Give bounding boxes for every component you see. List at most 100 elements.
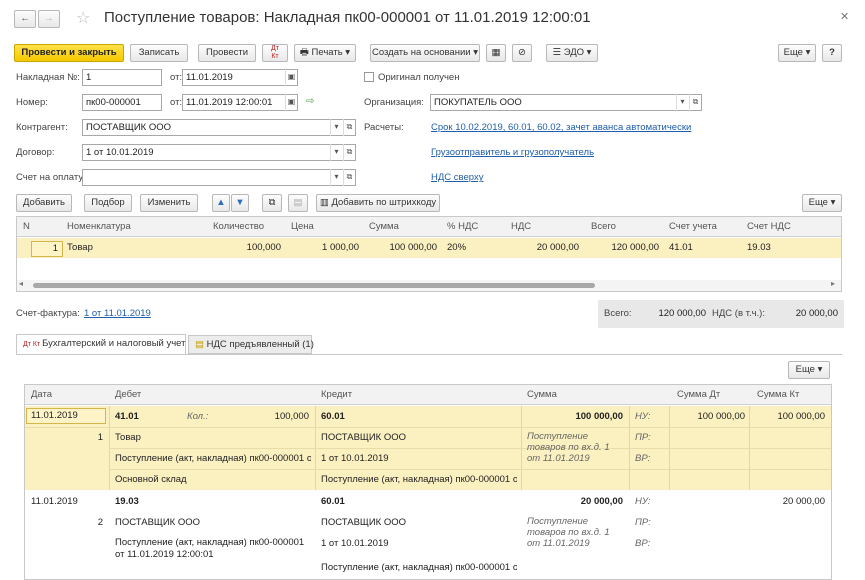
printer-icon: 🖶 <box>299 47 312 58</box>
table-row[interactable]: 1 Товар 100,000 1 000,00 100 000,00 20% … <box>17 238 841 258</box>
entry-credit-sub1: ПОСТАВЩИК ООО <box>321 432 406 443</box>
move-up-button[interactable]: ▲ <box>212 194 230 212</box>
scroll-thumb[interactable] <box>33 283 595 288</box>
posting-entry-2[interactable]: 11.01.2019 19.03 60.01 20 000,00 НУ: 20 … <box>25 491 831 579</box>
org-dropdown-icon[interactable]: ▾ <box>676 94 688 111</box>
pcol-sum-kt: Сумма Кт <box>757 389 800 400</box>
arrow-left-icon: ← <box>20 13 30 24</box>
col-n: N <box>23 221 30 232</box>
forward-button[interactable]: → <box>38 10 60 28</box>
row-account: 41.01 <box>669 242 693 253</box>
entry2-vr: ВР: <box>635 538 651 549</box>
row-qty: 100,000 <box>246 242 281 253</box>
org-open-icon[interactable]: ⧉ <box>689 94 701 111</box>
vat-link[interactable]: НДС сверху <box>431 170 483 186</box>
scroll-left-icon[interactable]: ◂ <box>19 279 23 288</box>
org-field[interactable]: ПОКУПАТЕЛЬ ООО <box>430 94 702 111</box>
sync-icon[interactable]: ⇨ <box>306 96 314 107</box>
entry-content: Поступление товаров по вх.д. 1 от 11.01.… <box>527 431 610 464</box>
save-button[interactable]: Записать <box>130 44 188 62</box>
contract-field[interactable]: 1 от 10.01.2019 <box>82 144 356 161</box>
row-n: 1 <box>31 241 63 257</box>
select-button[interactable]: Подбор <box>84 194 132 212</box>
payment-invoice-label: Счет на оплату: <box>16 172 86 183</box>
original-received-label: Оригинал получен <box>378 72 460 83</box>
col-nomenclature: Номенклатура <box>67 221 131 232</box>
contract-dropdown-icon[interactable]: ▾ <box>330 144 342 161</box>
back-button[interactable]: ← <box>14 10 36 28</box>
invoice-link[interactable]: 1 от 11.01.2019 <box>84 306 151 322</box>
entry2-debit-sub2: Поступление (акт, накладная) пк00-000001… <box>115 537 305 560</box>
row-price: 1 000,00 <box>322 242 359 253</box>
number-date-field[interactable]: 11.01.2019 12:00:01 <box>182 94 298 111</box>
entry-debit-sub2: Поступление (акт, накладная) пк00-000001… <box>115 453 311 464</box>
structure-button[interactable]: ▦ <box>486 44 506 62</box>
posting-entry-1[interactable]: 11.01.2019 41.01 Кол.: 100,000 60.01 100… <box>25 406 831 490</box>
attach-button[interactable]: ⊘ <box>512 44 532 62</box>
pcol-sum-dt: Сумма Дт <box>677 389 721 400</box>
paste-button[interactable]: ▤ <box>288 194 308 212</box>
move-down-button[interactable]: ▼ <box>231 194 249 212</box>
payment-open-icon[interactable]: ⧉ <box>343 169 355 186</box>
copy-row-button[interactable]: ⧉ <box>262 194 282 212</box>
scroll-right-icon[interactable]: ▸ <box>831 279 835 288</box>
add-button[interactable]: Добавить <box>16 194 72 212</box>
entry-debit-sub3: Основной склад <box>115 474 187 485</box>
horizontal-scrollbar[interactable]: ◂ ▸ <box>17 279 841 291</box>
goods-table: N Номенклатура Количество Цена Сумма % Н… <box>16 216 842 292</box>
entry2-amount: 20 000,00 <box>580 496 623 507</box>
star-icon[interactable]: ☆ <box>76 8 90 28</box>
change-button[interactable]: Изменить <box>140 194 198 212</box>
payment-invoice-field[interactable] <box>82 169 356 186</box>
dtkt-button[interactable]: Дт Кт <box>262 44 288 62</box>
document-icon: ▤ <box>195 339 207 350</box>
dtkt-icon: Дт Кт <box>271 45 279 60</box>
entry-credit-sub3: Поступление (акт, накладная) пк00-000001… <box>321 474 517 485</box>
payment-dropdown-icon[interactable]: ▾ <box>330 169 342 186</box>
entry-debit-account: 41.01 <box>115 411 139 422</box>
contractor-field[interactable]: ПОСТАВЩИК ООО <box>82 119 356 136</box>
invoice-no-field[interactable]: 1 <box>82 69 162 86</box>
entry-qty: 100,000 <box>274 411 309 422</box>
postings-more-button[interactable]: Еще ▾ <box>788 361 830 379</box>
barcode-button[interactable]: ▥ Добавить по штрихкоду <box>316 194 440 212</box>
close-icon[interactable]: ✕ <box>840 10 849 23</box>
calendar-icon-2[interactable]: ▣ <box>285 94 297 111</box>
invoice-label: Счет-фактура: <box>16 308 80 319</box>
tab-accounting[interactable]: Дт Кт Бухгалтерский и налоговый учет (2) <box>16 334 200 354</box>
entry-qty-label: Кол.: <box>187 411 209 422</box>
row-total: 120 000,00 <box>611 242 659 253</box>
contractor-dropdown-icon[interactable]: ▾ <box>330 119 342 136</box>
col-price: Цена <box>291 221 314 232</box>
contractor-open-icon[interactable]: ⧉ <box>343 119 355 136</box>
post-and-close-button[interactable]: Провести и закрыть <box>14 44 124 62</box>
post-button[interactable]: Провести <box>198 44 256 62</box>
entry2-credit-sub1: ПОСТАВЩИК ООО <box>321 517 406 528</box>
calendar-icon[interactable]: ▣ <box>285 69 297 86</box>
edo-button[interactable]: ☰ ЭДО ▾ <box>546 44 598 62</box>
settlements-link[interactable]: Срок 10.02.2019, 60.01, 60.02, зачет ава… <box>431 120 691 136</box>
entry2-num: 2 <box>97 517 103 528</box>
vat-total-label: НДС (в т.ч.): <box>712 308 765 319</box>
entry-amount: 100 000,00 <box>575 411 623 422</box>
arrow-up-icon: ▲ <box>216 197 226 208</box>
entry-vr: ВР: <box>635 453 651 464</box>
postings-table: Дата Дебет Кредит Сумма Сумма Дт Сумма К… <box>24 384 832 580</box>
original-received-checkbox[interactable] <box>364 72 374 82</box>
col-total: Всего <box>591 221 616 232</box>
create-based-button[interactable]: Создать на основании ▾ <box>370 44 480 62</box>
help-button[interactable]: ? <box>822 44 842 62</box>
tab-vat[interactable]: ▤ НДС предъявленный (1) <box>188 335 314 354</box>
goods-table-header <box>17 217 841 237</box>
contract-open-icon[interactable]: ⧉ <box>343 144 355 161</box>
col-vat-rate: % НДС <box>447 221 479 232</box>
shipper-link[interactable]: Грузоотправитель и грузополучатель <box>431 145 594 161</box>
paperclip-icon: ⊘ <box>518 47 526 58</box>
print-button[interactable]: 🖶 Печать ▾ <box>294 44 356 62</box>
row-vat: 20 000,00 <box>536 242 579 253</box>
invoice-no-label: Накладная №: <box>16 72 80 83</box>
invoice-date-field[interactable]: 11.01.2019 <box>182 69 298 86</box>
number-field[interactable]: пк00-000001 <box>82 94 162 111</box>
goods-more-button[interactable]: Еще ▾ <box>802 194 842 212</box>
more-button[interactable]: Еще ▾ <box>778 44 816 62</box>
